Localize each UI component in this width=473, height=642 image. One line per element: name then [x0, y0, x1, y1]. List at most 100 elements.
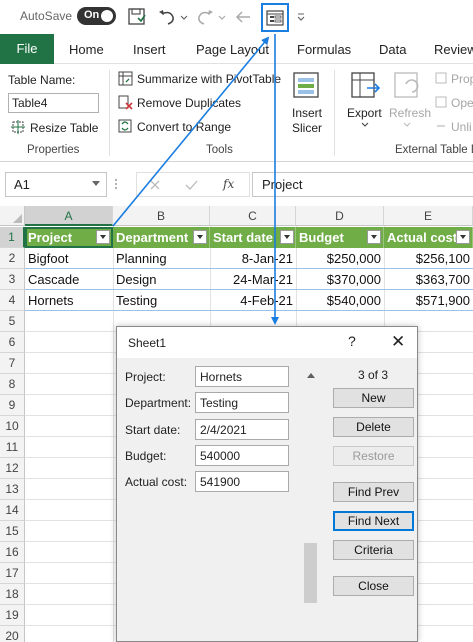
- unlink-button[interactable]: Unli: [451, 120, 472, 134]
- select-all-corner[interactable]: [0, 206, 25, 226]
- cell[interactable]: Hornets: [25, 290, 113, 311]
- row-header[interactable]: 20: [0, 626, 25, 642]
- column-header-d[interactable]: D: [296, 206, 384, 226]
- row-header[interactable]: 19: [0, 605, 25, 626]
- field-input-actual-cost[interactable]: 541900: [195, 471, 289, 492]
- row-header[interactable]: 6: [0, 332, 25, 353]
- row-header[interactable]: 12: [0, 458, 25, 479]
- name-box-dropdown-icon[interactable]: [92, 181, 100, 186]
- redo-dropdown-icon[interactable]: [217, 6, 227, 28]
- formula-input[interactable]: Project: [252, 172, 473, 197]
- row-header[interactable]: 11: [0, 437, 25, 458]
- insert-function-icon[interactable]: fx: [223, 177, 234, 191]
- cell[interactable]: $370,000: [296, 269, 384, 290]
- filter-dropdown-icon[interactable]: [193, 230, 207, 244]
- close-button[interactable]: Close: [333, 576, 414, 596]
- cell[interactable]: 24-Mar-21: [210, 269, 296, 290]
- undo-dropdown-icon[interactable]: [179, 6, 189, 28]
- new-button[interactable]: New: [333, 388, 414, 408]
- resize-table-button[interactable]: Resize Table: [30, 121, 98, 135]
- external-properties-button[interactable]: Prop: [451, 72, 473, 86]
- find-prev-button[interactable]: Find Prev: [333, 482, 414, 502]
- save-icon[interactable]: [126, 6, 148, 28]
- field-input-start-date[interactable]: 2/4/2021: [195, 419, 289, 440]
- cell[interactable]: 8-Jan-21: [210, 248, 296, 269]
- tab-home[interactable]: Home: [69, 42, 104, 57]
- field-input-department[interactable]: Testing: [195, 392, 289, 413]
- cell[interactable]: Bigfoot: [25, 248, 113, 269]
- scroll-up-icon[interactable]: [307, 373, 315, 378]
- cell[interactable]: $540,000: [296, 290, 384, 311]
- cell[interactable]: Design: [113, 269, 210, 290]
- close-icon[interactable]: ✕: [391, 332, 405, 352]
- cell[interactable]: $250,000: [296, 248, 384, 269]
- criteria-button[interactable]: Criteria: [333, 540, 414, 560]
- table-name-input[interactable]: Table4: [8, 93, 99, 113]
- cell[interactable]: Planning: [113, 248, 210, 269]
- row-header[interactable]: 1: [0, 227, 25, 248]
- column-header-c[interactable]: C: [210, 206, 296, 226]
- restore-button[interactable]: Restore: [333, 446, 414, 466]
- name-box[interactable]: A1: [5, 172, 107, 197]
- record-scrollbar[interactable]: [303, 369, 319, 639]
- column-header-a[interactable]: A: [25, 206, 113, 226]
- row-header[interactable]: 2: [0, 248, 25, 269]
- cell[interactable]: $571,900: [384, 290, 473, 311]
- column-header-e[interactable]: E: [384, 206, 473, 226]
- cell[interactable]: Testing: [113, 290, 210, 311]
- refresh-dropdown-icon[interactable]: [403, 121, 411, 129]
- cancel-formula-icon[interactable]: [149, 179, 161, 191]
- row-header[interactable]: 15: [0, 521, 25, 542]
- row-header[interactable]: 4: [0, 290, 25, 311]
- export-icon: [351, 72, 381, 98]
- dialog-title-bar[interactable]: Sheet1 ? ✕: [117, 327, 417, 358]
- undo-icon[interactable]: [156, 6, 178, 28]
- row-header[interactable]: 16: [0, 542, 25, 563]
- insert-slicer-label-1[interactable]: Insert: [292, 106, 322, 120]
- tab-page-layout[interactable]: Page Layout: [196, 42, 269, 57]
- customize-qat-icon[interactable]: [296, 6, 306, 28]
- insert-slicer-label-2[interactable]: Slicer: [292, 121, 322, 135]
- row-header[interactable]: 5: [0, 311, 25, 332]
- row-header[interactable]: 13: [0, 479, 25, 500]
- tab-review[interactable]: Review: [434, 42, 473, 57]
- row-header[interactable]: 18: [0, 584, 25, 605]
- filter-dropdown-icon[interactable]: [367, 230, 381, 244]
- filter-dropdown-icon[interactable]: [280, 230, 294, 244]
- back-icon[interactable]: [232, 6, 254, 28]
- row-header[interactable]: 10: [0, 416, 25, 437]
- row-header[interactable]: 7: [0, 353, 25, 374]
- remove-duplicates-button[interactable]: Remove Duplicates: [137, 96, 241, 110]
- tab-file[interactable]: File: [0, 34, 54, 64]
- cell[interactable]: Cascade: [25, 269, 113, 290]
- export-button[interactable]: Export: [347, 106, 382, 120]
- row-header[interactable]: 14: [0, 500, 25, 521]
- convert-to-range-button[interactable]: Convert to Range: [137, 120, 231, 134]
- cell[interactable]: 4-Feb-21: [210, 290, 296, 311]
- form-button[interactable]: [261, 3, 289, 32]
- summarize-pivottable-button[interactable]: Summarize with PivotTable: [137, 72, 281, 86]
- tab-formulas[interactable]: Formulas: [297, 42, 351, 57]
- tab-data[interactable]: Data: [379, 42, 406, 57]
- row-header[interactable]: 9: [0, 395, 25, 416]
- open-in-browser-button[interactable]: Ope: [451, 96, 473, 110]
- filter-dropdown-icon[interactable]: [456, 230, 470, 244]
- enter-formula-icon[interactable]: [185, 179, 198, 191]
- redo-icon[interactable]: [194, 6, 216, 28]
- scrollbar-thumb[interactable]: [304, 543, 317, 603]
- cell[interactable]: $363,700: [384, 269, 473, 290]
- delete-button[interactable]: Delete: [333, 417, 414, 437]
- find-next-button[interactable]: Find Next: [333, 511, 414, 531]
- export-dropdown-icon[interactable]: [361, 121, 369, 129]
- tab-insert[interactable]: Insert: [133, 42, 166, 57]
- autosave-toggle[interactable]: On: [77, 7, 116, 25]
- help-icon[interactable]: ?: [348, 333, 356, 349]
- row-header[interactable]: 3: [0, 269, 25, 290]
- row-header[interactable]: 17: [0, 563, 25, 584]
- refresh-button[interactable]: Refresh: [389, 106, 431, 120]
- row-header[interactable]: 8: [0, 374, 25, 395]
- cell[interactable]: $256,100: [384, 248, 473, 269]
- column-header-b[interactable]: B: [113, 206, 210, 226]
- field-input-budget[interactable]: 540000: [195, 445, 289, 466]
- field-input-project[interactable]: Hornets: [195, 366, 289, 387]
